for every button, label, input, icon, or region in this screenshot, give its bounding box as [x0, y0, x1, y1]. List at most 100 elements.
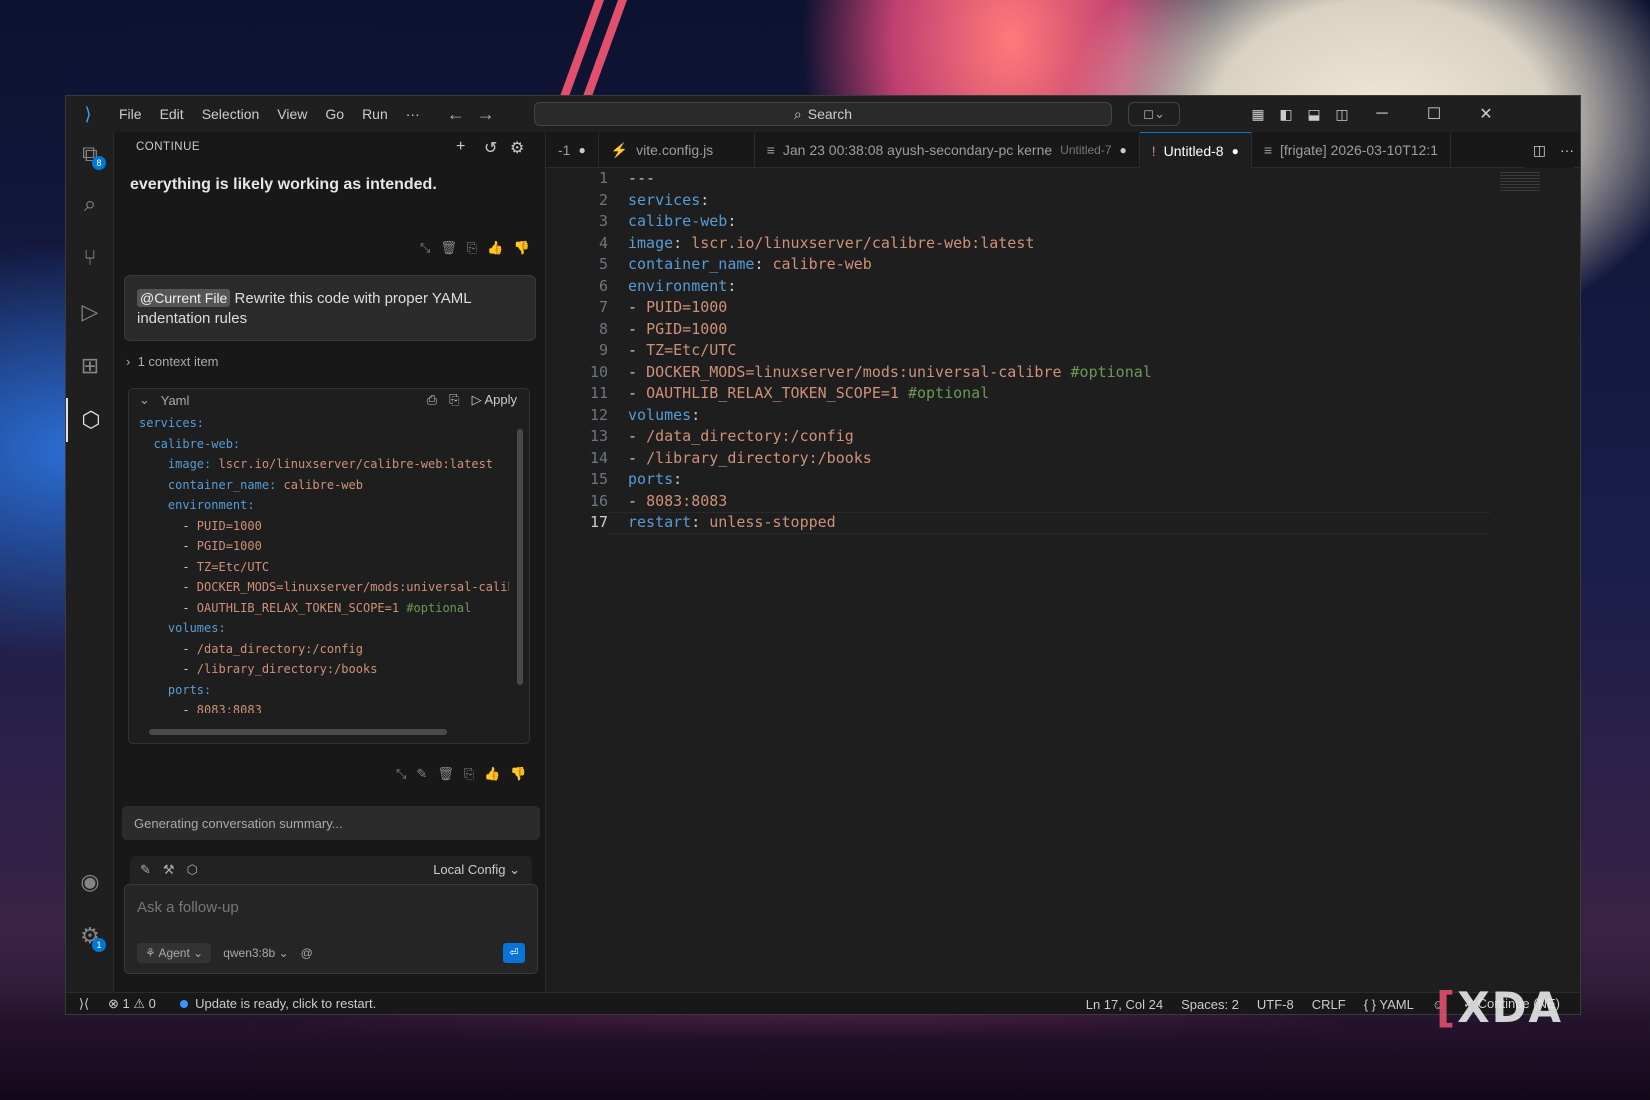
send-button[interactable]: ⏎ — [503, 943, 525, 963]
search-view-icon[interactable]: ⌕ — [66, 182, 114, 226]
manage-gear-icon[interactable]: ⚙ 1 — [66, 914, 114, 958]
maximize-button[interactable]: ☐ — [1408, 104, 1460, 124]
code-line: - /library_directory:/books — [628, 448, 1152, 470]
remote-icon[interactable]: ⟩⟨ — [66, 996, 102, 1012]
tab-untitled-8[interactable]: ! Untitled-8 ● — [1139, 132, 1252, 168]
code-block-line: image: lscr.io/linuxserver/calibre-web:l… — [139, 454, 509, 475]
forward-arrow-icon[interactable]: → — [471, 104, 501, 125]
tab-vite-config[interactable]: ⚡ vite.config.js — [599, 132, 755, 168]
more-actions-icon[interactable]: ··· — [1560, 142, 1574, 158]
minimap[interactable] — [1500, 172, 1540, 192]
model-selector[interactable]: qwen3:8b ⌄ — [223, 946, 288, 960]
menu-run[interactable]: Run — [353, 106, 397, 122]
close-button[interactable]: ✕ — [1460, 104, 1512, 124]
vscode-logo-icon: ⟩ — [84, 103, 92, 124]
source-control-icon[interactable]: ⑂ — [66, 236, 114, 280]
yaml-icon: ! — [1151, 142, 1156, 159]
model-label: qwen3:8b — [223, 946, 276, 960]
menu-go[interactable]: Go — [316, 106, 353, 122]
thumbs-up-icon[interactable]: 👍 — [487, 240, 503, 256]
copy-code-icon[interactable]: ⎘ — [449, 392, 459, 408]
chat-input[interactable]: Ask a follow-up ⚘ Agent ⌄ qwen3:8b ⌄ @ ⏎ — [124, 884, 538, 974]
code-token: : — [700, 190, 710, 209]
copy-icon[interactable]: ⎘ — [467, 240, 477, 256]
line-number: 13 — [589, 427, 608, 445]
code-token: #optional — [898, 384, 990, 402]
run-debug-icon[interactable]: ▷ — [66, 290, 114, 334]
mention-button[interactable]: @ — [301, 946, 313, 960]
new-session-icon[interactable]: + — [456, 138, 466, 156]
cube-icon[interactable]: ⬡ — [187, 862, 198, 878]
local-config-dropdown[interactable]: Local Config ⌄ — [433, 862, 520, 878]
compress-icon[interactable]: ⤡ — [420, 240, 430, 256]
extensions-icon[interactable]: ⊞ — [66, 344, 114, 388]
settings-icon[interactable]: ⚙ — [510, 138, 525, 158]
code-token: - — [139, 641, 197, 656]
line-number: 4 — [598, 233, 608, 252]
menu-edit[interactable]: Edit — [151, 106, 193, 122]
toggle-sidebar-icon[interactable]: ◧ — [1272, 106, 1300, 123]
line-number: 8 — [598, 319, 608, 338]
split-editor-icon[interactable]: ◫ — [1533, 142, 1546, 159]
history-icon[interactable]: ↺ — [484, 138, 498, 158]
back-arrow-icon[interactable]: ← — [441, 104, 471, 125]
update-dot-icon — [179, 1000, 188, 1008]
code-token: - — [139, 559, 197, 574]
thumbs-down-icon[interactable]: 👎 — [514, 240, 530, 256]
menu-file[interactable]: File — [110, 106, 151, 122]
copy-icon[interactable]: ⎘ — [464, 766, 474, 782]
toggle-secondary-sidebar-icon[interactable]: ◫ — [1328, 106, 1356, 123]
line-ending[interactable]: CRLF — [1312, 997, 1346, 1012]
mode-selector[interactable]: ⚘ Agent ⌄ — [137, 943, 212, 963]
account-icon[interactable]: ◉ — [66, 860, 114, 904]
explorer-icon[interactable]: ⧉ 8 — [66, 132, 114, 176]
language-mode[interactable]: { } YAML — [1364, 997, 1414, 1012]
problems-indicator[interactable]: ⊗ 1 ⚠ 0 — [108, 996, 156, 1012]
code-line: restart: unless-stopped — [628, 512, 1152, 534]
current-file-chip[interactable]: @Current File — [137, 289, 231, 307]
chevron-down-icon: ⌄ — [1153, 106, 1165, 121]
menu-selection[interactable]: Selection — [193, 106, 269, 122]
update-notice[interactable]: Update is ready, click to restart. — [179, 996, 376, 1011]
context-items-toggle[interactable]: › 1 context item — [126, 354, 219, 369]
insert-icon[interactable]: ⎙ — [427, 392, 437, 408]
copilot-chat-button[interactable]: ◻ ⌄ — [1128, 102, 1180, 126]
menu-view[interactable]: View — [268, 106, 316, 122]
code-line: - PGID=1000 — [628, 319, 1152, 341]
thumbs-down-icon[interactable]: 👎 — [510, 766, 526, 782]
code-token: - — [139, 518, 197, 533]
user-message[interactable]: @Current File Rewrite this code with pro… — [124, 275, 536, 341]
indentation[interactable]: Spaces: 2 — [1181, 997, 1239, 1012]
tools-icon[interactable]: ⚒ — [163, 862, 175, 878]
encoding[interactable]: UTF-8 — [1257, 997, 1294, 1012]
tab-untitled-7[interactable]: ≡ Jan 23 00:38:08 ayush-secondary-pc kern… — [755, 132, 1140, 168]
continue-icon[interactable]: ⬡ — [66, 398, 114, 442]
apply-button[interactable]: ▷ Apply — [472, 392, 517, 408]
thumbs-up-icon[interactable]: 👍 — [484, 766, 500, 782]
delete-icon[interactable]: 🗑 — [437, 766, 454, 782]
line-number: 9 — [598, 341, 608, 359]
warning-count: 0 — [148, 995, 156, 1011]
menu-more[interactable]: ··· — [397, 106, 429, 122]
code-token: - — [628, 427, 647, 445]
cursor-position[interactable]: Ln 17, Col 24 — [1086, 997, 1163, 1012]
delete-icon[interactable]: 🗑 — [440, 240, 457, 256]
tab-frigate[interactable]: ≡ [frigate] 2026-03-10T12:1 — [1252, 132, 1451, 168]
minimize-button[interactable]: ─ — [1356, 105, 1408, 123]
code-line: - /data_directory:/config — [628, 426, 1152, 448]
code-token: TZ=Etc/UTC — [196, 559, 270, 574]
command-center-search[interactable]: ⌕ Search — [534, 102, 1112, 126]
pencil-icon[interactable]: ✎ — [140, 862, 151, 878]
editor-content[interactable]: --- services: calibre-web: image: lscr.io/l… — [628, 168, 1152, 534]
chevron-down-icon[interactable]: ⌄ — [139, 392, 150, 408]
line-number: 15 — [589, 470, 608, 488]
tab-prev[interactable]: -1 ● — [546, 132, 599, 168]
compress-icon[interactable]: ⤡ — [396, 766, 406, 782]
edit-icon[interactable]: ✎ — [416, 766, 427, 782]
customize-layout-icon[interactable]: ▦ — [1244, 106, 1272, 123]
vertical-scrollbar[interactable] — [517, 429, 523, 685]
toggle-panel-icon[interactable]: ⬓ — [1300, 106, 1328, 123]
horizontal-scrollbar[interactable] — [149, 729, 447, 735]
code-token: - — [628, 362, 647, 381]
code-editor[interactable]: 1 2 3 4 5 6 7 8 9 10 11 12 13 14 15 16 17 --- services: ca… — [546, 168, 1580, 992]
